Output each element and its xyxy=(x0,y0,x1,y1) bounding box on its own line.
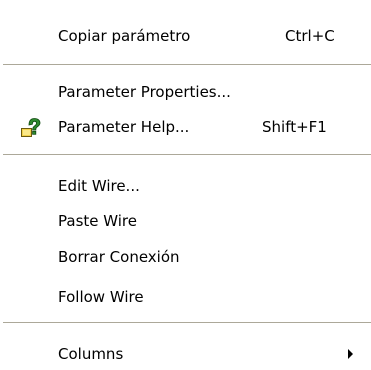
menu-item-shortcut: Ctrl+C xyxy=(285,27,335,45)
submenu-arrow-icon xyxy=(348,349,353,359)
menu-item-paste-wire[interactable]: Paste Wire xyxy=(0,205,371,237)
menu-separator xyxy=(3,64,371,66)
menu-item-label: Parameter Properties... xyxy=(58,83,231,101)
menu-item-label: Borrar Conexión xyxy=(58,248,180,266)
help-icon xyxy=(20,116,42,138)
menu-item-parameter-properties[interactable]: Parameter Properties... xyxy=(0,76,371,108)
menu-item-label: Paste Wire xyxy=(58,212,137,230)
menu-item-label: Edit Wire... xyxy=(58,177,140,195)
menu-item-label: Parameter Help... xyxy=(58,118,190,136)
menu-item-shortcut: Shift+F1 xyxy=(262,118,327,136)
menu-item-columns[interactable]: Columns xyxy=(0,338,371,370)
menu-item-borrar-conexion[interactable]: Borrar Conexión xyxy=(0,241,371,273)
menu-item-follow-wire[interactable]: Follow Wire xyxy=(0,281,371,313)
menu-separator xyxy=(3,154,371,156)
menu-item-copiar-parametro[interactable]: Copiar parámetro Ctrl+C xyxy=(0,20,371,52)
menu-item-label: Columns xyxy=(58,345,124,363)
menu-separator xyxy=(3,322,371,324)
menu-item-parameter-help[interactable]: Parameter Help... Shift+F1 xyxy=(0,111,371,143)
menu-item-label: Follow Wire xyxy=(58,288,144,306)
menu-item-label: Copiar parámetro xyxy=(58,27,191,45)
menu-item-edit-wire[interactable]: Edit Wire... xyxy=(0,170,371,202)
context-menu: Copiar parámetro Ctrl+C Parameter Proper… xyxy=(0,0,371,369)
